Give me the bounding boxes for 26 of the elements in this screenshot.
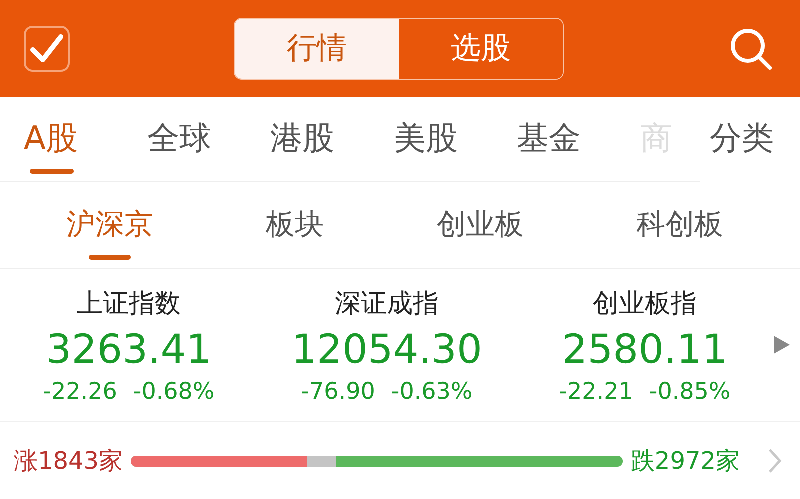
- market-tab[interactable]: 全球: [147, 96, 271, 182]
- index-percent: -0.85%: [649, 378, 731, 404]
- index-change: -22.21: [559, 378, 634, 404]
- play-icon[interactable]: [774, 336, 790, 354]
- index-value: 2580.11: [562, 326, 728, 372]
- market-tab[interactable]: 美股: [394, 96, 518, 182]
- index-percent: -0.63%: [391, 378, 473, 404]
- fall-count: 跌2972家: [630, 446, 740, 477]
- sub-tab[interactable]: 板块: [266, 182, 324, 268]
- segment-tab[interactable]: 行情: [235, 18, 399, 78]
- market-tab[interactable]: A股: [24, 96, 148, 182]
- index-value: 3263.41: [46, 326, 212, 372]
- index-name: 创业板指: [593, 288, 697, 320]
- sub-tab[interactable]: 沪深京: [66, 182, 154, 268]
- index-name: 上证指数: [77, 288, 181, 320]
- index-change: -22.26: [43, 378, 118, 404]
- sub-tab[interactable]: 创业板: [436, 182, 524, 268]
- market-tab[interactable]: 基金: [517, 96, 640, 182]
- checkbox-icon[interactable]: [24, 26, 70, 72]
- sub-tab[interactable]: 科创板: [636, 182, 724, 268]
- market-tab[interactable]: 港股: [270, 96, 394, 182]
- index-value: 12054.30: [292, 326, 482, 372]
- index-name: 深证成指: [335, 288, 439, 320]
- rise-count: 涨1843家: [14, 446, 124, 477]
- index-percent: -0.68%: [133, 378, 215, 404]
- index-change: -76.90: [301, 378, 376, 404]
